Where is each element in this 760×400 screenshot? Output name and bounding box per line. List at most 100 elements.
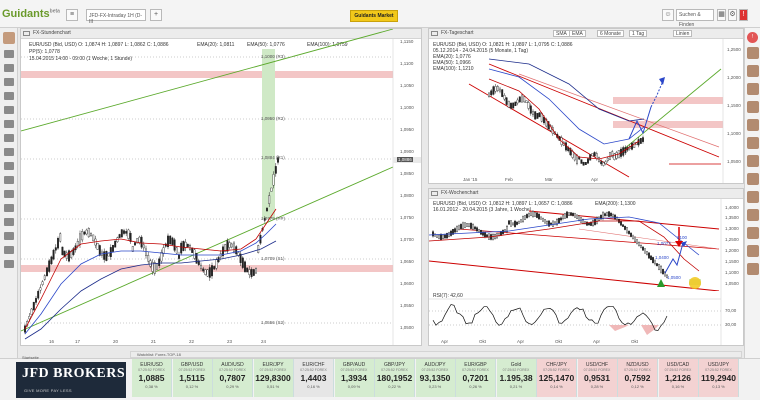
tile-time: 07:25:52 FOREX [664,368,692,372]
guidants-logo[interactable]: Guidantsbeta [2,8,60,20]
watchlist-tile[interactable]: EUR/USD 07:25:52 FOREX 1,0885 0,38 % [132,359,172,397]
watchlist-tile[interactable]: AUD/USD 07:25:52 FOREX 0,7807 0,29 % [213,359,253,397]
candle-body [241,257,244,268]
candle-body [662,268,664,275]
contact-avatar[interactable] [746,83,759,95]
startpage-link[interactable]: Startseite [22,355,39,360]
watchlist-tile[interactable]: GBP/JPY 07:25:52 FOREX 180,1952 0,22 % [375,359,415,397]
contact-avatar[interactable] [746,173,759,185]
notifications-icon[interactable]: ! [739,9,748,21]
candle-body [595,153,598,159]
add-tab-icon[interactable]: + [150,9,162,21]
monitor-icon[interactable] [3,148,14,156]
candle-body [28,316,31,320]
chart-icon[interactable]: ▦ [717,9,726,21]
candle-body [248,269,251,275]
daily-price-chart[interactable] [429,29,744,184]
contact-avatar[interactable] [746,263,759,275]
tile-value: 1,2126 [665,373,691,383]
menu-icon[interactable]: ≡ [66,9,78,21]
tile-value: 1,4403 [300,373,327,383]
contact-avatar[interactable] [746,155,759,167]
weekly-price-chart[interactable] [429,189,744,346]
contact-avatar[interactable] [746,227,759,239]
candle-body [494,86,497,92]
watchlist-tile[interactable]: USD/CAD 07:25:52 FOREX 1,2126 0,16 % [658,359,699,397]
candle-body [233,242,235,252]
candle-body [542,218,544,222]
jfd-brokers-ad[interactable]: JFD BROKERS GIVE MORE PAY LESS [16,362,126,398]
contact-avatar[interactable] [746,137,759,149]
watchlist-tile[interactable]: AUD/JPY 07:25:52 FOREX 93,1350 0,23 % [415,359,456,397]
user-avatar[interactable] [2,32,15,44]
watchlist-tile[interactable]: NZD/USD 07:25:52 FOREX 0,7592 0,12 % [618,359,658,397]
watchlist-tile[interactable]: EUR/CHF 07:25:52 FOREX 1,4403 0,16 % [294,359,334,397]
monitor-icon[interactable] [3,190,14,198]
candle-body [534,111,537,120]
gauge-icon[interactable] [3,120,14,128]
monitor-icon[interactable] [3,246,14,254]
contact-avatar[interactable] [746,65,759,77]
candle-body [81,231,84,241]
daily-chart-panel[interactable]: FX-Tageschart SMA EMA 6 Monate 1 Tag Lin… [428,28,744,184]
watchlist-tile[interactable]: GBP/AUD 07:25:52 FOREX 1,3934 0,09 % [334,359,375,397]
watchlist-tile[interactable]: CHF/JPY 07:25:52 FOREX 125,1470 0,14 % [537,359,577,397]
settings-icon[interactable]: ⚙ [728,9,737,21]
candle-body [79,233,81,245]
candle-body [612,214,614,217]
contact-avatar[interactable] [746,101,759,113]
candle-body [656,263,658,267]
monitor-icon[interactable] [3,260,14,268]
contact-avatar[interactable] [746,245,759,257]
level-s1: 1,0709 (S1) [261,256,285,261]
candle-body [640,245,642,248]
tools-icon[interactable] [3,106,14,114]
contact-avatar[interactable] [746,119,759,131]
watchlist-tile[interactable]: EUR/GBP 07:25:52 FOREX 0,7201 0,26 % [456,359,496,397]
y-tick: 1,2000 [725,248,739,253]
search-input[interactable]: Suchen & Finden [676,9,714,28]
candle-body [464,222,466,228]
candle-body [59,233,62,242]
candle-body [175,247,178,254]
workspace-selector[interactable]: JFD-FX-Intraday 1H (D-III [86,9,146,25]
user-icon[interactable]: ☺ [662,9,674,21]
hourly-price-chart[interactable] [21,29,422,346]
monitor-icon[interactable] [3,50,14,58]
chat-icon[interactable] [3,92,14,100]
monitor-icon[interactable] [3,204,14,212]
window-icon[interactable] [3,64,14,72]
watchlist-tile[interactable]: USD/JPY 07:25:52 FOREX 119,2940 0,13 % [699,359,739,397]
up-move-zone [262,49,275,219]
watchlist-tile[interactable]: GBP/USD 07:25:52 FOREX 1,5115 0,12 % [172,359,213,397]
monitor-icon[interactable] [3,218,14,226]
watchlist-tile[interactable]: Gold 07:25:52 FOREX 1.195,38 0,21 % [496,359,537,397]
y-tick: 1,4000 [725,205,739,210]
monitor-icon[interactable] [3,176,14,184]
candle-body [552,220,554,227]
candle-body [250,269,253,277]
alert-icon[interactable]: ! [747,32,758,43]
candle-body [536,212,538,218]
candle-body [522,216,524,222]
mail-icon[interactable] [3,134,14,142]
candle-body [252,269,255,276]
watchlist-tile[interactable]: EUR/JPY 07:25:52 FOREX 129,8300 0,51 % [253,359,294,397]
guidants-market-button[interactable]: Guidants Market [350,10,398,22]
candle-body [189,244,191,250]
contact-avatar[interactable] [746,191,759,203]
candle-body [576,214,578,219]
contact-avatar[interactable] [746,209,759,221]
tile-value: 0,9531 [584,373,610,383]
watchlist-tile[interactable]: USD/CHF 07:25:52 FOREX 0,9531 0,28 % [577,359,618,397]
monitor-icon[interactable] [3,162,14,170]
weekly-chart-panel[interactable]: FX-Wochenchart EUR/USD (Bid, USD) O: 1,0… [428,188,744,346]
tile-value: 1,3934 [341,373,367,383]
tile-change: 0,09 % [347,384,361,389]
hourly-chart-panel[interactable]: FX-Stundenchart EUR/USD (Bid, USD) O: 1,… [20,28,422,346]
tile-time: 07:25:52 FOREX [705,368,732,372]
news-icon[interactable] [3,78,14,86]
contact-avatar[interactable] [746,47,759,59]
candle-body [588,222,590,226]
monitor-icon[interactable] [3,232,14,240]
